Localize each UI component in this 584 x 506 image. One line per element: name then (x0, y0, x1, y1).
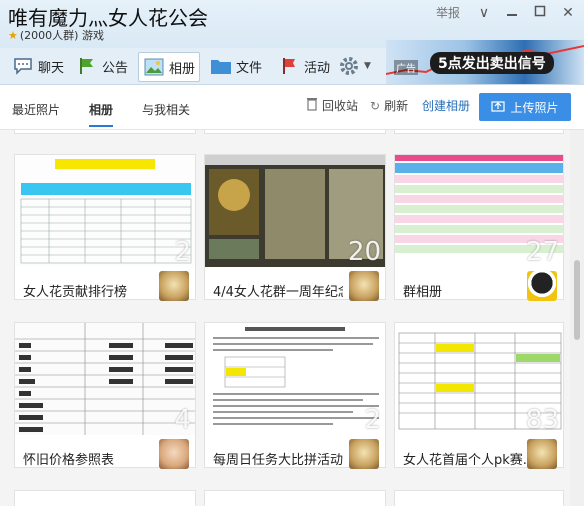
album-cover: 83 (395, 323, 563, 435)
album-card-partial[interactable] (394, 490, 564, 506)
maximize-button[interactable] (530, 5, 550, 21)
window-controls: 举报 ∨ ✕ (436, 4, 578, 21)
notice-button[interactable]: 公告 (76, 52, 128, 80)
upload-photo-button[interactable]: 上传照片 (479, 93, 571, 121)
album-cover: 2 (15, 155, 195, 267)
album-cover: 2 (205, 323, 385, 435)
refresh-label: 刷新 (384, 99, 409, 113)
chat-label: 聊天 (38, 60, 65, 76)
member-count: (2000人群) (19, 29, 79, 42)
files-button[interactable]: 文件 (210, 52, 262, 80)
photo-count: 2 (364, 405, 381, 435)
album-card[interactable]: 2 每周日任务大比拼活动 (204, 322, 386, 469)
album-card[interactable]: 27 群相册 (394, 154, 564, 301)
scrollbar-thumb[interactable] (574, 260, 580, 340)
activity-label: 活动 (304, 60, 331, 76)
gear-icon (338, 55, 360, 77)
settings-button[interactable]: ▼ (338, 52, 371, 80)
tab-related[interactable]: 与我相关 (142, 101, 190, 118)
ad-banner[interactable]: 广告 5点发出卖出信号 (386, 40, 584, 84)
tab-recent[interactable]: 最近照片 (12, 101, 60, 118)
chevron-down-icon[interactable]: ∨ (474, 5, 494, 21)
album-name: 怀旧价格参照表 (23, 453, 115, 468)
trash-icon (306, 97, 318, 114)
create-album-label: 创建相册 (422, 99, 471, 113)
album-card[interactable]: 83 女人花首届个人pk赛... (394, 322, 564, 469)
album-cover: 4 (15, 323, 195, 435)
ad-text: 5点发出卖出信号 (430, 52, 554, 74)
vertical-scrollbar[interactable] (570, 130, 584, 506)
album-card-partial[interactable] (14, 490, 196, 506)
album-name: 女人花贡献排行榜 (23, 285, 128, 300)
creator-avatar[interactable] (527, 439, 557, 469)
report-button[interactable]: 举报 (436, 4, 460, 21)
activity-button[interactable]: 活动 (278, 52, 330, 80)
photo-count: 20 (347, 237, 381, 267)
star-icon: ★ (8, 29, 18, 42)
upload-label: 上传照片 (510, 100, 559, 115)
album-cover: 27 (395, 155, 563, 267)
creator-avatar[interactable] (349, 271, 379, 301)
recycle-bin-button[interactable]: 回收站 (306, 97, 358, 114)
album-cover: 20 (205, 155, 385, 267)
notice-label: 公告 (102, 60, 129, 76)
creator-avatar[interactable] (349, 439, 379, 469)
red-flag-icon (278, 55, 300, 77)
picture-icon (143, 56, 165, 78)
refresh-icon: ↻ (370, 98, 381, 113)
ad-tag: 广告 (394, 60, 418, 75)
album-name: 每周日任务大比拼活动 (213, 453, 343, 468)
photo-count: 2 (174, 237, 191, 267)
group-category[interactable]: 游戏 (82, 29, 104, 42)
flag-icon (76, 55, 98, 77)
album-card[interactable]: 2 女人花贡献排行榜 (14, 154, 196, 301)
photo-count: 4 (174, 405, 191, 435)
group-subtitle: ★ (2000人群) 游戏 (8, 27, 104, 43)
album-card[interactable]: 4 怀旧价格参照表 (14, 322, 196, 469)
album-name: 女人花首届个人pk赛... (403, 453, 533, 468)
album-card-partial[interactable] (204, 490, 386, 506)
tab-albums[interactable]: 相册 (89, 101, 114, 127)
album-card-partial[interactable] (14, 130, 196, 134)
photo-count: 27 (525, 237, 559, 267)
photo-count: 83 (525, 405, 559, 435)
album-name: 群相册 (403, 285, 443, 300)
album-card-partial[interactable] (204, 130, 386, 134)
chat-icon (12, 55, 34, 77)
chevron-down-icon: ▼ (364, 61, 371, 71)
qq-penguin-avatar[interactable] (527, 271, 557, 301)
refresh-button[interactable]: ↻ 刷新 (370, 97, 408, 114)
recycle-label: 回收站 (322, 99, 359, 113)
files-label: 文件 (236, 60, 263, 76)
minimize-button[interactable] (502, 5, 522, 21)
album-label: 相册 (169, 61, 196, 77)
album-tabs: 最近照片 相册 与我相关 回收站 ↻ 刷新 创建相册 上传照片 (0, 85, 584, 130)
album-name: 4/4女人花群一周年纪念 (213, 285, 343, 300)
creator-avatar[interactable] (159, 439, 189, 469)
album-card-partial[interactable] (394, 130, 564, 134)
creator-avatar[interactable] (159, 271, 189, 301)
chat-button[interactable]: 聊天 (12, 52, 64, 80)
folder-icon (210, 55, 232, 77)
create-album-link[interactable]: 创建相册 (422, 97, 470, 114)
album-card[interactable]: 20 4/4女人花群一周年纪念 (204, 154, 386, 301)
album-panel: 最近照片 相册 与我相关 回收站 ↻ 刷新 创建相册 上传照片 2 女人花贡献排… (0, 85, 584, 506)
close-button[interactable]: ✕ (558, 5, 578, 21)
album-button[interactable]: 相册 (138, 52, 201, 82)
upload-icon (491, 100, 506, 115)
album-grid: 2 女人花贡献排行榜 20 4/4女人花群一周年纪念 27 群相册 4 怀旧价格… (0, 130, 570, 506)
